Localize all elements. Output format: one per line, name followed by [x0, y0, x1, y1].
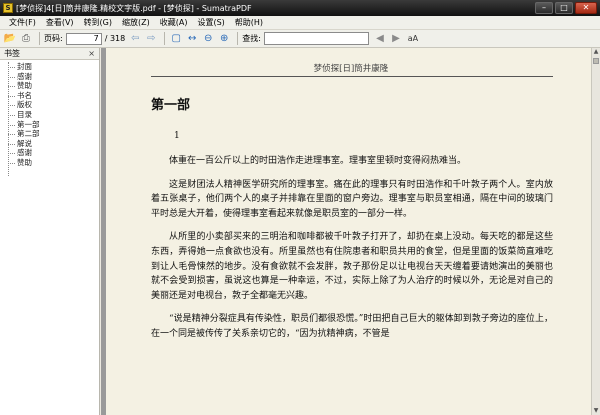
bookmark-item[interactable]: 书名	[0, 91, 99, 101]
window-title: [梦侦探]4[日]筒井康隆.精校文字版.pdf - [梦侦探] - Sumatr…	[16, 3, 252, 13]
close-button[interactable]: ✕	[575, 2, 597, 14]
page-label: 页码:	[44, 34, 63, 43]
page-number-input[interactable]	[65, 32, 102, 45]
bookmark-item[interactable]: 第二部	[0, 129, 99, 139]
bookmark-item[interactable]: 第一部	[0, 120, 99, 130]
toolbar-divider	[237, 32, 239, 45]
toolbar: 📂 ⎙ 页码: / 318 ⇦ ⇨ ▢ ↔ ⊖ ⊕ 查找: ◀ ▶ aA	[0, 30, 600, 48]
menu-view[interactable]: 查看(V)	[41, 16, 79, 30]
menu-bar: 文件(F) 查看(V) 转到(G) 缩放(Z) 收藏(A) 设置(S) 帮助(H…	[0, 16, 600, 30]
find-label: 查找:	[242, 34, 261, 43]
paragraph: 体重在一百公斤以上的时田浩作走进理事室。理事室里顿时变得闷热难当。	[169, 156, 467, 166]
chapter-heading: 第一部	[151, 98, 191, 113]
prev-page-icon[interactable]: ⇦	[128, 32, 142, 46]
paragraph: 从所里的小卖部买来的三明治和咖啡都被千叶敦子打开了，却扔在桌上没动。每天吃的都是…	[151, 232, 553, 301]
paragraph: 这是财团法人精神医学研究所的理事室。痛在此的理事只有时田浩作和千叶敦子两个人。室…	[151, 179, 553, 219]
bookmarks-sidebar: 书签 × 封面 感谢 赞助 书名 版权 目录 第一部 第二部 解说 感谢 赞助	[0, 48, 100, 415]
header-rule	[151, 76, 553, 77]
close-icon[interactable]: ×	[88, 49, 95, 58]
zoom-out-icon[interactable]: ⊖	[201, 32, 215, 46]
sidebar-header: 书签 ×	[0, 48, 99, 60]
bookmark-item[interactable]: 封面	[0, 62, 99, 72]
bookmark-item[interactable]: 赞助	[0, 158, 99, 168]
bookmark-tree: 封面 感谢 赞助 书名 版权 目录 第一部 第二部 解说 感谢 赞助	[0, 60, 99, 176]
find-input[interactable]	[263, 32, 369, 45]
minimize-button[interactable]: –	[535, 2, 553, 14]
toolbar-divider	[39, 32, 40, 45]
menu-favorites[interactable]: 收藏(A)	[155, 16, 193, 30]
scroll-down-icon[interactable]: ▼	[592, 407, 600, 415]
menu-help[interactable]: 帮助(H)	[230, 16, 268, 30]
maximize-button[interactable]: □	[555, 2, 573, 14]
find-prev-icon[interactable]: ◀	[373, 32, 387, 46]
pdf-page: 梦侦探[日]筒井康隆 第一部 1 体重在一百公斤以上的时田浩作走进理事室。理事室…	[106, 48, 593, 415]
scroll-thumb[interactable]	[593, 58, 599, 64]
bookmark-item[interactable]: 赞助	[0, 81, 99, 91]
fit-page-icon[interactable]: ▢	[169, 32, 183, 46]
sumatra-app-icon: S	[3, 3, 13, 13]
document-view[interactable]: 梦侦探[日]筒井康隆 第一部 1 体重在一百公斤以上的时田浩作走进理事室。理事室…	[101, 48, 600, 415]
menu-file[interactable]: 文件(F)	[4, 16, 41, 30]
page-body: 体重在一百公斤以上的时田浩作走进理事室。理事室里顿时变得闷热难当。 这是财团法人…	[151, 154, 553, 351]
bookmark-item[interactable]: 版权	[0, 100, 99, 110]
menu-goto[interactable]: 转到(G)	[79, 16, 117, 30]
zoom-in-icon[interactable]: ⊕	[217, 32, 231, 46]
running-header: 梦侦探[日]筒井康隆	[313, 64, 389, 74]
paragraph: “说是精神分裂症具有传染性，职员们都很恐慌。”时田把自己巨大的躯体卸到敦子旁边的…	[151, 314, 553, 339]
bookmark-item[interactable]: 感谢	[0, 72, 99, 82]
bookmark-item[interactable]: 解说	[0, 139, 99, 149]
match-case-icon[interactable]: aA	[405, 32, 421, 46]
print-icon[interactable]: ⎙	[19, 32, 33, 46]
fit-width-icon[interactable]: ↔	[185, 32, 199, 46]
scroll-up-icon[interactable]: ▲	[592, 48, 600, 56]
toolbar-divider	[164, 32, 166, 45]
find-next-icon[interactable]: ▶	[389, 32, 403, 46]
menu-settings[interactable]: 设置(S)	[192, 16, 229, 30]
sidebar-title: 书签	[4, 49, 20, 58]
bookmark-item[interactable]: 目录	[0, 110, 99, 120]
bookmark-item[interactable]: 感谢	[0, 148, 99, 158]
title-bar[interactable]: S [梦侦探]4[日]筒井康隆.精校文字版.pdf - [梦侦探] - Suma…	[0, 0, 600, 16]
app-window: S [梦侦探]4[日]筒井康隆.精校文字版.pdf - [梦侦探] - Suma…	[0, 0, 600, 415]
vertical-scrollbar[interactable]: ▲ ▼	[591, 48, 600, 415]
section-number: 1	[174, 131, 180, 141]
next-page-icon[interactable]: ⇨	[144, 32, 158, 46]
menu-zoom[interactable]: 缩放(Z)	[117, 16, 155, 30]
page-total: / 318	[104, 34, 126, 43]
open-file-icon[interactable]: 📂	[3, 32, 17, 46]
